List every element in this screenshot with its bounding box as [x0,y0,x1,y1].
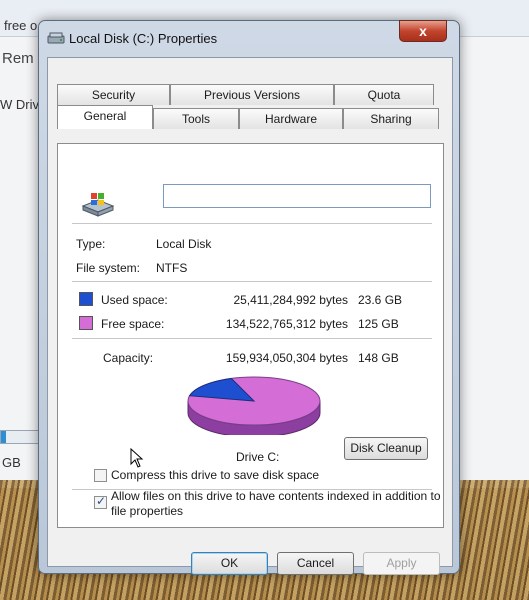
tab-quota[interactable]: Quota [334,84,434,105]
title-bar[interactable]: Local Disk (C:) Properties x [39,20,459,55]
ok-button[interactable]: OK [191,552,268,575]
tab-previous-versions[interactable]: Previous Versions [170,84,334,105]
disk-usage-pie-chart [187,376,321,435]
file-system-value: NTFS [156,261,188,275]
index-label-line-2: file properties [111,504,184,518]
capacity-size: 148 GB [358,351,399,365]
separator [72,223,432,224]
cancel-button[interactable]: Cancel [277,552,354,575]
background-text-fragment: Rem [2,50,34,67]
used-space-bytes: 25,411,284,992 bytes [233,293,348,307]
compress-checkbox[interactable] [94,469,107,482]
used-space-swatch [79,292,93,306]
drive-label: Drive C: [236,450,280,464]
tab-general[interactable]: General [57,105,153,129]
used-space-label: Used space: [101,293,168,307]
type-value: Local Disk [156,237,212,251]
close-icon: x [419,23,427,39]
drive-name-input[interactable] [163,184,431,208]
checkmark-icon: ✓ [96,494,107,508]
used-space-size: 23.6 GB [358,293,403,307]
tab-tools[interactable]: Tools [153,108,239,129]
apply-button[interactable]: Apply [363,552,440,575]
separator [72,281,432,282]
free-space-swatch [79,316,93,330]
free-space-label: Free space: [101,317,165,331]
dialog-client-area: Security Previous Versions Quota General… [47,57,453,575]
tab-sharing[interactable]: Sharing [343,108,439,129]
free-space-bytes: 134,522,765,312 bytes [225,317,348,331]
window-title: Local Disk (C:) Properties [69,31,218,46]
tab-security[interactable]: Security [57,84,170,105]
separator [72,338,432,339]
tab-hardware[interactable]: Hardware [239,108,343,129]
background-text-fragment: W Driv [0,97,39,112]
background-text-fragment: GB [2,455,21,470]
file-system-label: File system: [76,261,141,275]
capacity-bytes: 159,934,050,304 bytes [225,351,348,365]
index-checkbox[interactable]: ✓ [94,494,107,509]
properties-dialog: Local Disk (C:) Properties x Security Pr… [38,20,460,575]
mouse-cursor-icon [130,448,144,468]
compress-label: Compress this drive to save disk space [111,468,320,482]
background-text-fragment: free o [4,18,38,33]
drive-icon [81,193,115,217]
index-label-line-1: Allow files on this drive to have conten… [111,489,441,503]
capacity-label: Capacity: [103,351,154,365]
disk-cleanup-button[interactable]: Disk Cleanup [344,437,428,460]
type-label: Type: [76,237,106,251]
drive-icon [47,32,65,44]
background-drive-usage-fill [1,431,6,443]
index-label: Allow files on this drive to have conten… [111,489,441,519]
close-button[interactable]: x [399,20,447,42]
free-space-size: 125 GB [358,317,399,331]
